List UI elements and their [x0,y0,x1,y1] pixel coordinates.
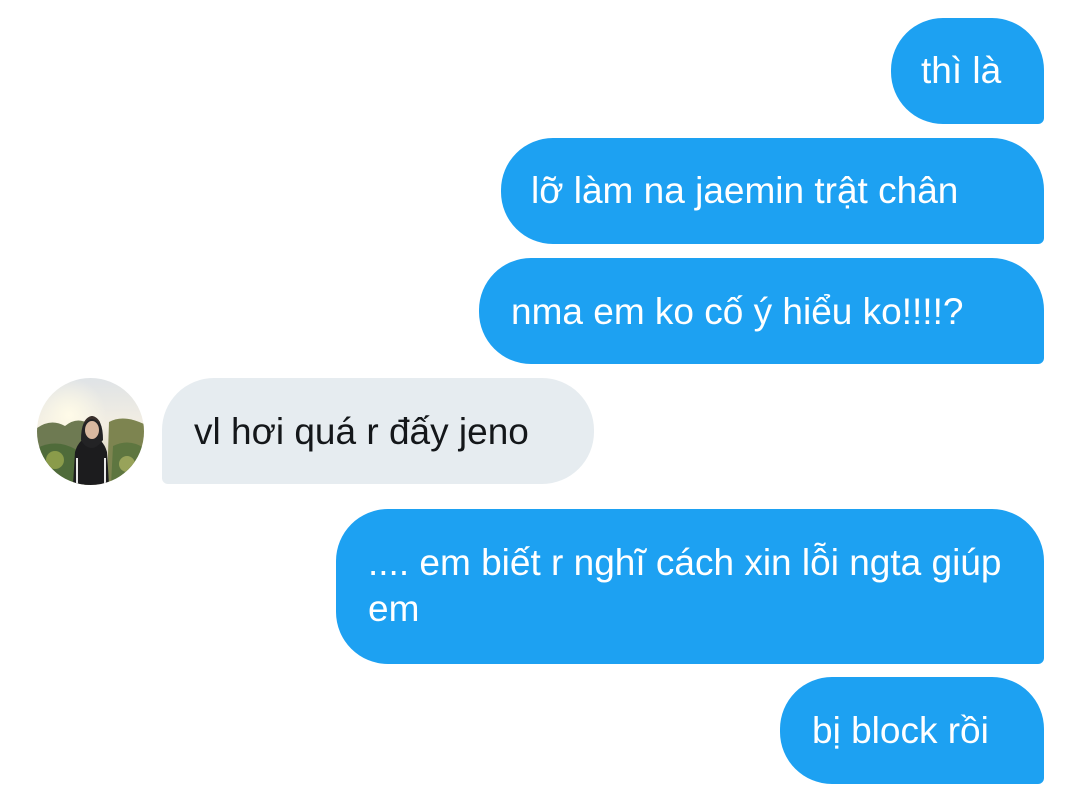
avatar-photo-icon [37,378,144,485]
message-thread: thì là lỡ làm na jaemin trật chân nma em… [0,0,1080,793]
message-bubble-outgoing[interactable]: .... em biết r nghĩ cách xin lỗi ngta gi… [336,509,1044,664]
message-bubble-outgoing[interactable]: bị block rồi [780,677,1044,784]
sender-avatar[interactable] [37,378,144,485]
message-bubble-outgoing[interactable]: nma em ko cố ý hiểu ko!!!!? [479,258,1044,364]
message-bubble-outgoing[interactable]: thì là [891,18,1044,124]
message-bubble-outgoing[interactable]: lỡ làm na jaemin trật chân [501,138,1044,244]
message-bubble-incoming[interactable]: vl hơi quá r đấy jeno [162,378,594,484]
